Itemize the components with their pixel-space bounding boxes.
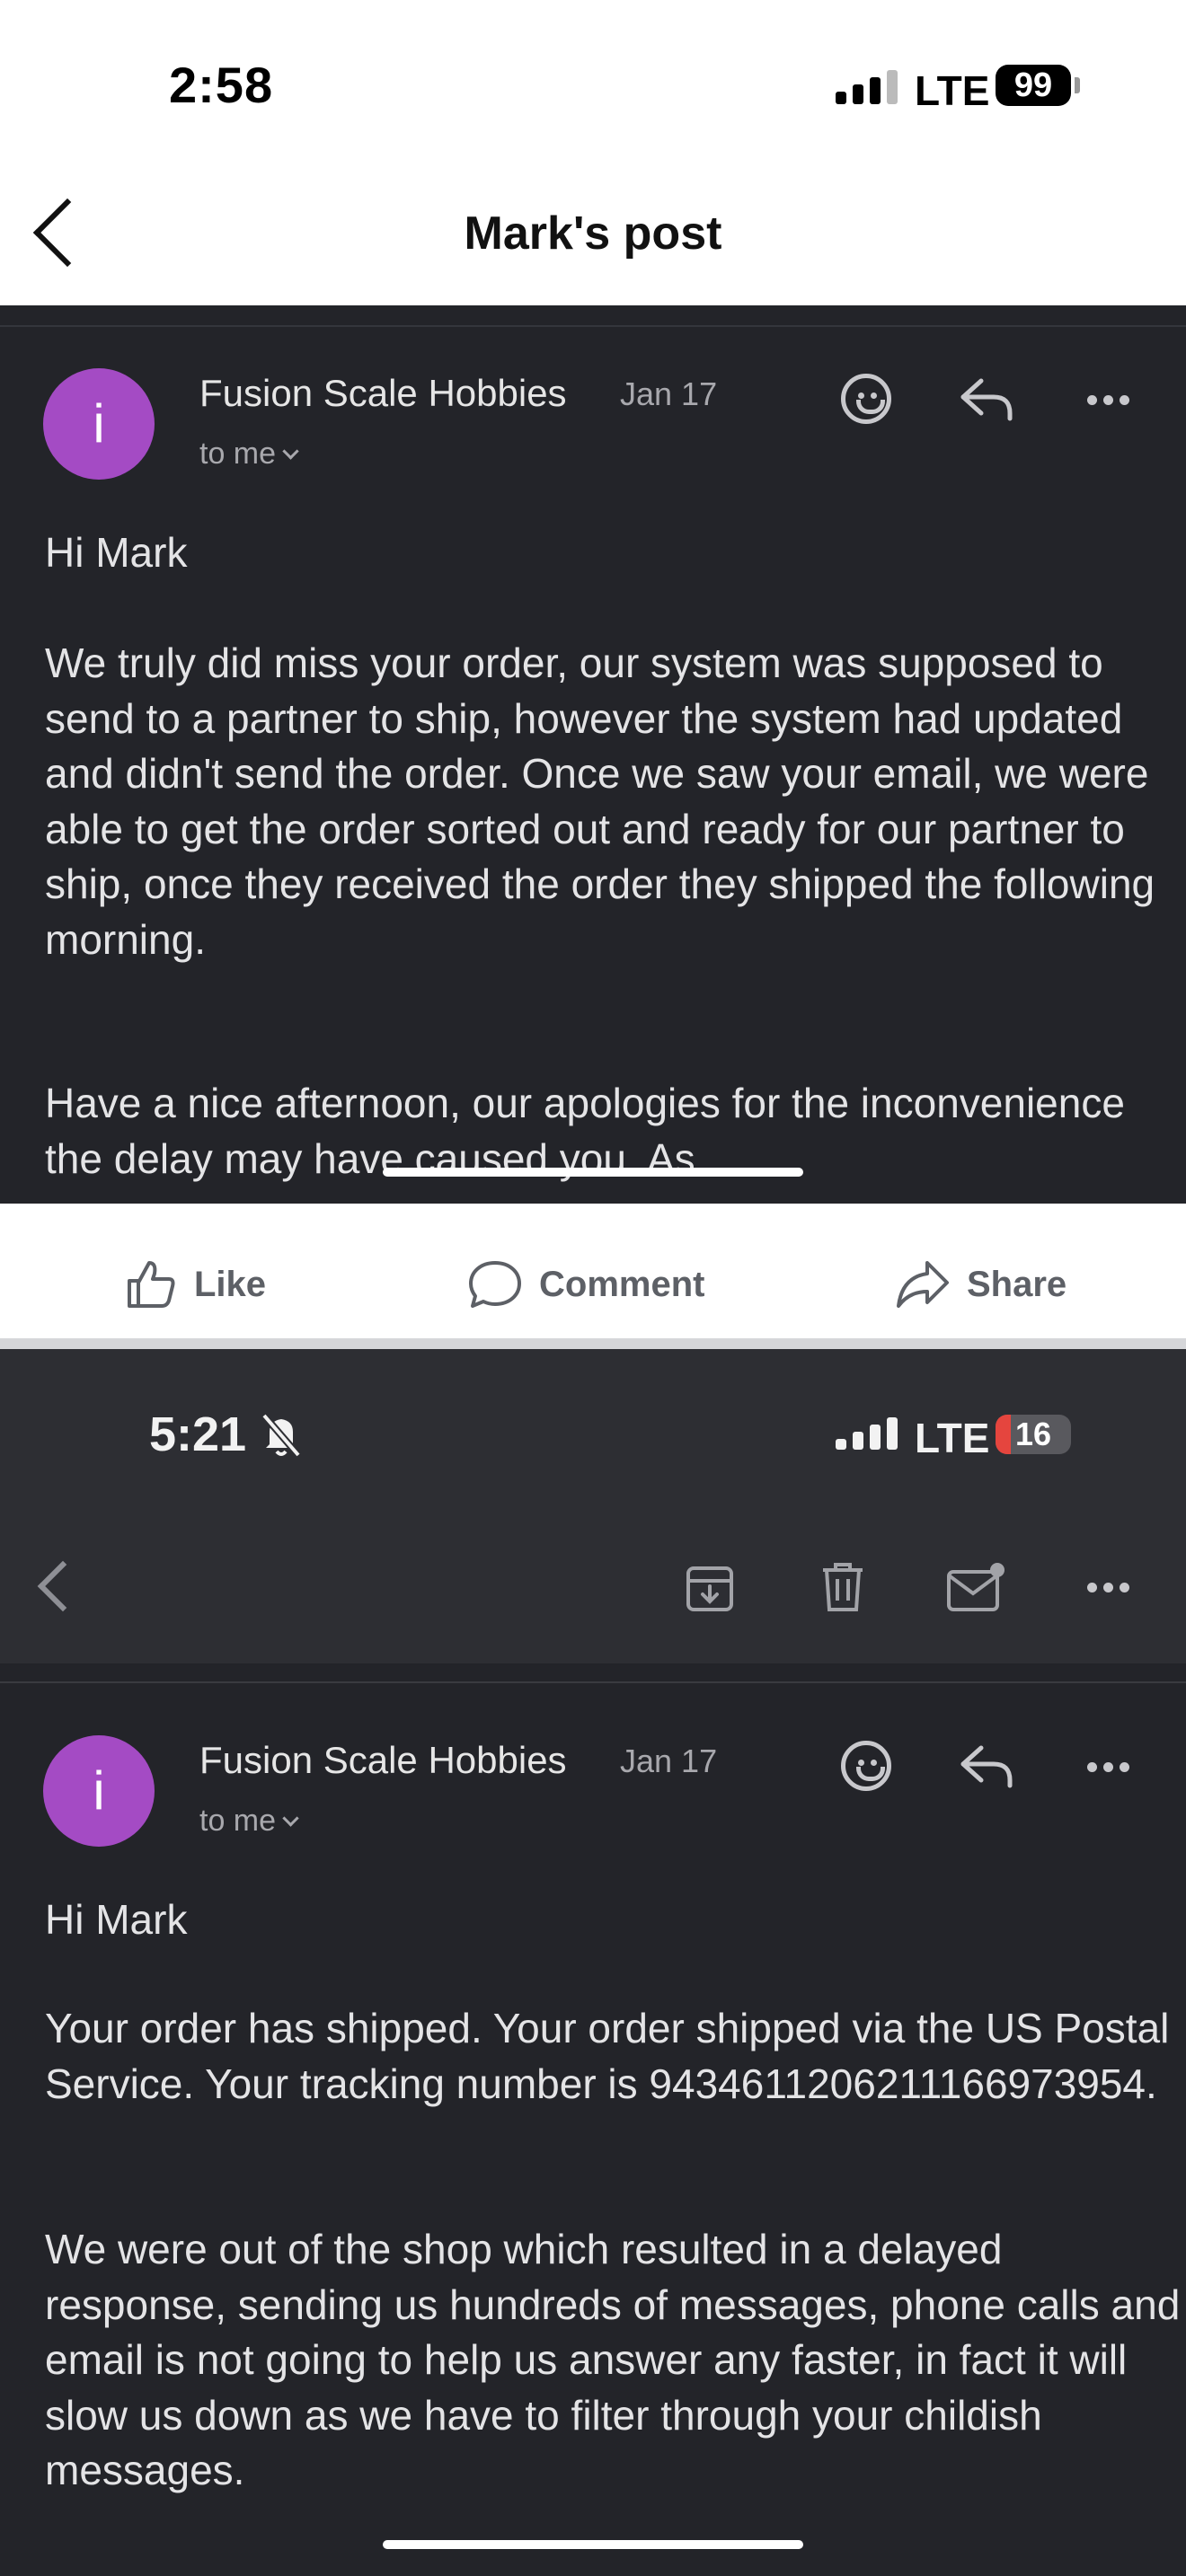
email-greeting: Hi Mark bbox=[45, 1896, 188, 1943]
email-body-paragraph: We were out of the shop which resulted i… bbox=[45, 2226, 1181, 2493]
sender-name: Fusion Scale Hobbies bbox=[199, 1739, 567, 1781]
like-button[interactable]: Like bbox=[124, 1257, 266, 1311]
share-label: Share bbox=[967, 1264, 1067, 1304]
chevron-down-icon bbox=[282, 1810, 299, 1827]
email-body-paragraph: We truly did miss your order, our system… bbox=[45, 640, 1155, 963]
battery-icon: 99 bbox=[996, 65, 1071, 106]
reply-icon[interactable] bbox=[956, 374, 1019, 424]
home-indicator bbox=[383, 1168, 803, 1177]
bell-muted-icon bbox=[261, 1413, 302, 1458]
status-time: 5:21 bbox=[149, 1407, 247, 1461]
share-icon bbox=[897, 1261, 949, 1308]
avatar: i bbox=[43, 1735, 155, 1847]
divider bbox=[0, 1681, 1186, 1683]
email-greeting: Hi Mark bbox=[45, 529, 188, 576]
status-time: 2:58 bbox=[169, 57, 274, 113]
like-label: Like bbox=[194, 1264, 267, 1304]
recipient-label: to me bbox=[199, 1804, 277, 1838]
signal-icon bbox=[836, 68, 898, 104]
battery-icon: 16 bbox=[996, 1415, 1071, 1454]
chevron-down-icon bbox=[282, 443, 299, 460]
emoji-reaction-icon[interactable] bbox=[841, 374, 891, 424]
battery-level: 16 bbox=[1014, 1416, 1052, 1452]
email-date: Jan 17 bbox=[620, 1742, 718, 1779]
battery-cap bbox=[1075, 77, 1080, 93]
email-body-paragraph: Your order has shipped. Your order shipp… bbox=[45, 2005, 1170, 2107]
email-toolbar-area bbox=[0, 1349, 1186, 1663]
recipient-toggle[interactable]: to me bbox=[199, 437, 299, 472]
email-date: Jan 17 bbox=[620, 375, 718, 412]
more-options-icon[interactable] bbox=[1087, 395, 1129, 405]
comment-label: Comment bbox=[539, 1264, 705, 1304]
divider bbox=[0, 1338, 1186, 1349]
share-button[interactable]: Share bbox=[895, 1257, 1067, 1311]
comment-icon bbox=[469, 1261, 521, 1308]
more-options-icon[interactable] bbox=[1087, 1583, 1129, 1592]
signal-icon bbox=[836, 1417, 898, 1450]
mark-unread-icon[interactable] bbox=[945, 1559, 1006, 1615]
reply-icon[interactable] bbox=[956, 1741, 1019, 1791]
recipient-toggle[interactable]: to me bbox=[199, 1804, 299, 1839]
home-indicator bbox=[383, 2540, 803, 2549]
archive-icon[interactable] bbox=[683, 1561, 737, 1615]
avatar: i bbox=[43, 368, 155, 480]
comment-button[interactable]: Comment bbox=[467, 1257, 704, 1311]
thumbs-up-icon bbox=[128, 1261, 175, 1308]
network-label: LTE bbox=[915, 67, 990, 114]
page-title: Mark's post bbox=[464, 207, 722, 260]
trash-icon[interactable] bbox=[816, 1559, 870, 1615]
more-options-icon[interactable] bbox=[1087, 1762, 1129, 1772]
emoji-reaction-icon[interactable] bbox=[841, 1741, 891, 1791]
sender-name: Fusion Scale Hobbies bbox=[199, 372, 567, 414]
recipient-label: to me bbox=[199, 437, 277, 471]
network-label: LTE bbox=[915, 1415, 990, 1461]
